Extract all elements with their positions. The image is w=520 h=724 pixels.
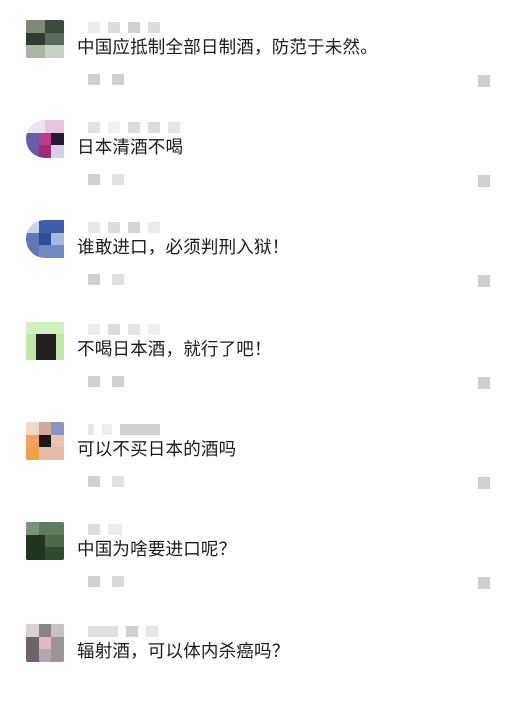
comment-text: 可以不买日本的酒吗 (77, 440, 237, 460)
like-icon[interactable] (478, 477, 490, 489)
comment-meta (88, 576, 136, 588)
like-icon[interactable] (478, 75, 490, 87)
comment-meta (88, 376, 136, 388)
comment-item[interactable]: 谁敢进口，必须判刑入狱！ (0, 220, 520, 320)
username[interactable] (88, 524, 130, 536)
comment-item[interactable]: 不喝日本酒，就行了吧！ (0, 322, 520, 422)
username[interactable] (88, 222, 168, 234)
username[interactable] (88, 626, 166, 638)
comment-item[interactable]: 可以不买日本的酒吗 (0, 422, 520, 522)
like-icon[interactable] (478, 377, 490, 389)
avatar[interactable] (26, 522, 64, 560)
avatar[interactable] (26, 422, 64, 460)
comment-item[interactable]: 日本清酒不喝 (0, 120, 520, 220)
comment-text: 日本清酒不喝 (77, 138, 184, 158)
comment-text: 中国应抵制全部日制酒，防范于未然。 (77, 38, 378, 58)
username[interactable] (88, 324, 168, 336)
avatar[interactable] (26, 624, 64, 662)
like-icon[interactable] (478, 175, 490, 187)
username[interactable] (88, 122, 188, 134)
comment-text: 谁敢进口，必须判刑入狱！ (77, 238, 290, 258)
like-icon[interactable] (478, 577, 490, 589)
like-icon[interactable] (478, 275, 490, 287)
comment-meta (88, 274, 136, 286)
comment-item[interactable]: 中国为啥要进口呢？ (0, 522, 520, 622)
avatar[interactable] (26, 120, 64, 158)
comment-text: 不喝日本酒，就行了吧！ (77, 340, 272, 360)
comment-text: 中国为啥要进口呢？ (77, 540, 237, 560)
comment-meta (88, 74, 136, 86)
avatar[interactable] (26, 220, 64, 258)
comment-item[interactable]: 中国应抵制全部日制酒，防范于未然。 (0, 20, 520, 120)
comment-meta (88, 174, 136, 186)
avatar[interactable] (26, 322, 64, 360)
username[interactable] (88, 22, 168, 34)
username[interactable] (88, 424, 168, 436)
comment-meta (88, 476, 136, 488)
comment-text: 辐射酒，可以体内杀癌吗？ (77, 642, 290, 662)
comment-item[interactable]: 辐射酒，可以体内杀癌吗？ (0, 624, 520, 724)
avatar[interactable] (26, 20, 64, 58)
